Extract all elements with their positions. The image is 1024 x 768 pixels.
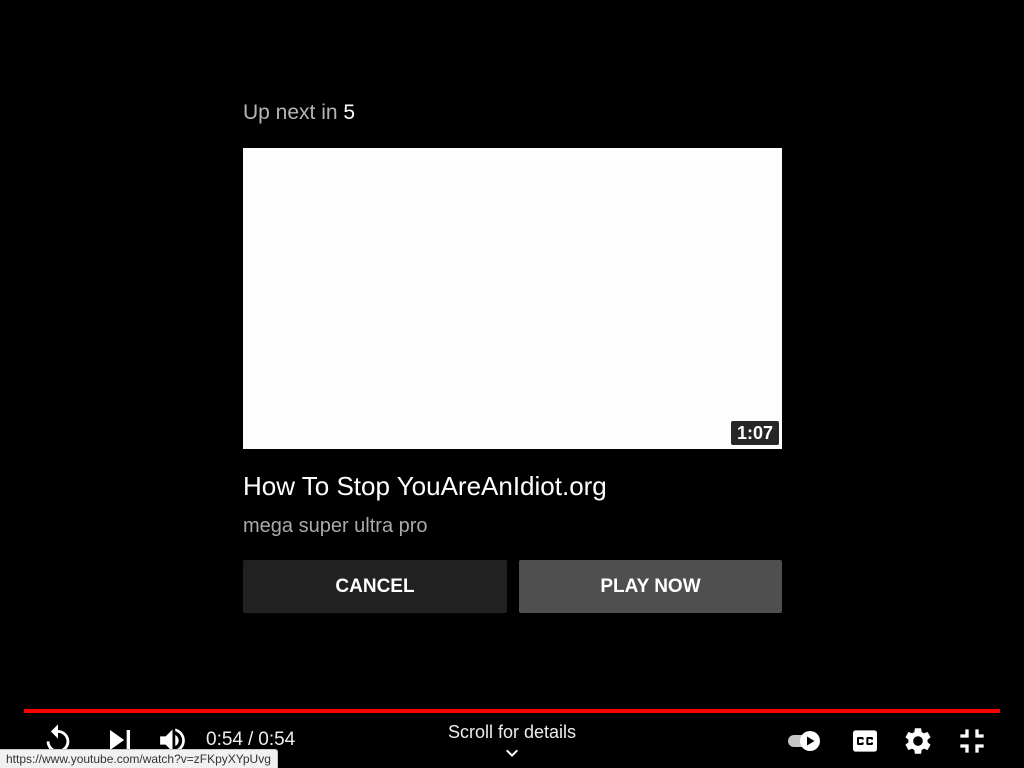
exit-fullscreen-button[interactable]	[952, 721, 992, 761]
autoplay-toggle-icon	[788, 731, 820, 751]
next-video-thumbnail[interactable]: 1:07	[243, 148, 782, 449]
autoplay-toggle[interactable]	[786, 729, 826, 753]
settings-button[interactable]	[902, 725, 934, 757]
time-display: 0:54/0:54	[206, 729, 295, 751]
browser-status-url: https://www.youtube.com/watch?v=zFKpyXYp…	[0, 749, 278, 768]
play-now-button[interactable]: PLAY NOW	[519, 560, 782, 613]
subtitles-button[interactable]	[849, 725, 881, 757]
up-next-countdown: 5	[343, 101, 356, 124]
up-next-header: Up next in 5	[243, 99, 355, 127]
closed-captions-icon	[853, 730, 877, 752]
progress-bar-played	[24, 709, 1000, 713]
next-video-channel: mega super ultra pro	[243, 515, 428, 537]
next-video-title[interactable]: How To Stop YouAreAnIdiot.org	[243, 470, 782, 502]
exit-fullscreen-icon	[960, 729, 984, 753]
video-duration-badge: 1:07	[730, 421, 779, 445]
scroll-for-details[interactable]: Scroll for details	[412, 722, 612, 742]
time-separator: /	[247, 729, 254, 750]
video-player[interactable]: Up next in 5 1:07 How To Stop YouAreAnId…	[0, 0, 1024, 768]
chevron-down-icon[interactable]	[500, 741, 524, 765]
time-total: 0:54	[258, 729, 296, 750]
cancel-autoplay-button[interactable]: CANCEL	[243, 560, 507, 613]
up-next-label: Up next in	[243, 101, 338, 124]
time-current: 0:54	[206, 729, 243, 750]
settings-gear-icon	[905, 728, 931, 754]
progress-bar[interactable]	[24, 709, 1000, 713]
